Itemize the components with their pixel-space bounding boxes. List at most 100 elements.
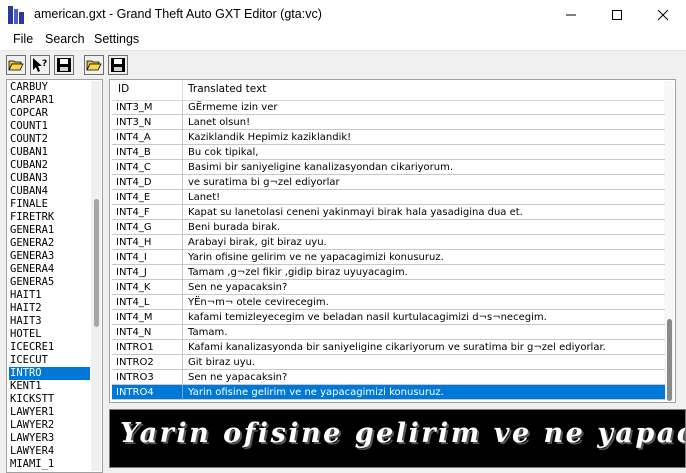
list-item[interactable]: FIRETRK	[9, 211, 90, 224]
table-list[interactable]: CARBUY CARPAR1 COPCAR COUNT1 COUNT2 CUBAN1 CUB…	[6, 79, 103, 473]
table-row[interactable]: INT4_I Yarin ofisine gelirim ve ne yapaca…	[112, 250, 665, 265]
row-text-cell: kafami temizleyecegim ve beladan nasil k…	[188, 312, 547, 323]
row-id-cell: INT4_C	[116, 162, 151, 173]
list-item[interactable]: CUBAN2	[9, 159, 90, 172]
help-pointer-icon: ?	[33, 58, 47, 72]
grid-scrollbar-thumb[interactable]	[667, 319, 672, 401]
list-item[interactable]: INTRO	[9, 367, 90, 380]
row-text-cell: Tamam ,g¬zel fikir ,gidip biraz uyuyacag…	[188, 267, 408, 278]
list-item[interactable]: CARBUY	[9, 81, 90, 94]
row-id-cell: INT4_I	[116, 252, 147, 263]
row-id-cell: INT4_L	[116, 297, 150, 308]
list-item[interactable]: GENERA5	[9, 276, 90, 289]
table-row[interactable]: INT4_H Arabayi birak, git biraz uyu.	[112, 235, 665, 250]
table-row[interactable]: INT3_N Lanet olsun!	[112, 115, 665, 130]
list-item[interactable]: ICECUT	[9, 354, 90, 367]
menu-search[interactable]: Search	[45, 32, 85, 46]
list-item[interactable]: GENERA4	[9, 263, 90, 276]
save-button-2[interactable]	[108, 55, 128, 75]
table-row[interactable]: INT3_M GËrmeme izin ver	[112, 100, 665, 115]
row-id-cell: INT4_H	[116, 237, 152, 248]
list-scrollbar[interactable]	[91, 81, 101, 471]
list-item[interactable]: KENT1	[9, 380, 90, 393]
help-button[interactable]: ?	[30, 55, 50, 75]
table-row[interactable]: INT4_N Tamam.	[112, 325, 665, 340]
row-text-cell: Lanet olsun!	[188, 117, 251, 128]
title-bar: american.gxt - Grand Theft Auto GXT Edit…	[0, 0, 686, 30]
table-row[interactable]: INT4_E Lanet!	[112, 190, 665, 205]
list-item[interactable]: LAWYER4	[9, 445, 90, 458]
menu-file[interactable]: File	[13, 32, 33, 46]
list-item[interactable]: FINALE	[9, 198, 90, 211]
minimize-icon	[566, 14, 576, 16]
table-row[interactable]: INT4_A Kaziklandik Hepimiz kaziklandik!	[112, 130, 665, 145]
app-icon	[8, 6, 24, 24]
table-row[interactable]: INT4_L YËn¬m¬ otele cevirecegim.	[112, 295, 665, 310]
table-row[interactable]: INTRO4 Yarin ofisine gelirim ve ne yapaca…	[112, 385, 665, 400]
close-button[interactable]	[640, 0, 686, 30]
list-item[interactable]: COUNT2	[9, 133, 90, 146]
table-row[interactable]: INT4_D ve suratima bi g¬zel ediyorlar	[112, 175, 665, 190]
save-icon	[57, 58, 71, 72]
entries-grid[interactable]: ID Translated text INT3_M GËrmeme izin ve…	[109, 79, 676, 403]
list-item[interactable]: MIAMI_1	[9, 458, 90, 471]
list-item[interactable]: CUBAN4	[9, 185, 90, 198]
list-item[interactable]: CUBAN3	[9, 172, 90, 185]
table-row[interactable]: INT4_F Kapat su lanetolasi ceneni yakinma…	[112, 205, 665, 220]
row-text-cell: Kafami kanalizasyonda bir saniyeligine c…	[188, 342, 606, 353]
table-row[interactable]: INT4_K Sen ne yapacaksin?	[112, 280, 665, 295]
row-text-cell: Sen ne yapacaksin?	[188, 282, 288, 293]
list-item[interactable]: COUNT1	[9, 120, 90, 133]
row-id-cell: INT4_E	[116, 192, 151, 203]
open-button[interactable]	[6, 55, 26, 75]
table-row[interactable]: INT4_J Tamam ,g¬zel fikir ,gidip biraz uy…	[112, 265, 665, 280]
column-header-text[interactable]: Translated text	[188, 83, 266, 95]
row-text-cell: Arabayi birak, git biraz uyu.	[188, 237, 327, 248]
list-item[interactable]: HOTEL	[9, 328, 90, 341]
svg-text:?: ?	[42, 59, 47, 69]
list-item[interactable]: GENERA1	[9, 224, 90, 237]
close-icon	[657, 9, 669, 21]
list-scrollbar-thumb[interactable]	[94, 199, 99, 327]
table-row[interactable]: INT4_G Beni burada birak.	[112, 220, 665, 235]
list-item[interactable]: HAIT2	[9, 302, 90, 315]
row-id-cell: INT3_M	[116, 102, 153, 113]
table-row[interactable]: INT4_M kafami temizleyecegim ve beladan n…	[112, 310, 665, 325]
table-row[interactable]: INTRO3 Sen ne yapacaksin?	[112, 370, 665, 385]
save-button[interactable]	[54, 55, 74, 75]
table-row[interactable]: INTRO2 Git biraz uyu.	[112, 355, 665, 370]
maximize-button[interactable]	[594, 0, 640, 30]
row-id-cell: INT4_F	[116, 207, 150, 218]
table-row[interactable]: INT4_C Basimi bir saniyeligine kanalizasy…	[112, 160, 665, 175]
row-text-cell: Yarin ofisine gelirim ve ne yapacagimizi…	[188, 387, 444, 398]
row-id-cell: INT4_G	[116, 222, 152, 233]
list-item[interactable]: KICKSTT	[9, 393, 90, 406]
open-folder-icon	[8, 60, 24, 71]
column-header-id[interactable]: ID	[118, 83, 129, 95]
menu-settings[interactable]: Settings	[94, 32, 139, 46]
list-item[interactable]: GENERA2	[9, 237, 90, 250]
list-item[interactable]: HAIT1	[9, 289, 90, 302]
row-text-cell: ve suratima bi g¬zel ediyorlar	[188, 177, 340, 188]
row-id-cell: INT3_N	[116, 117, 152, 128]
list-item[interactable]: LAWYER1	[9, 406, 90, 419]
list-item[interactable]: ICECRE1	[9, 341, 90, 354]
menu-bar: File Search Settings	[0, 30, 686, 51]
table-row[interactable]: INTRO1 Kafami kanalizasyonda bir saniyeli…	[112, 340, 665, 355]
table-row[interactable]: INT4_B Bu cok tipikal,	[112, 145, 665, 160]
list-item[interactable]: HAIT3	[9, 315, 90, 328]
list-item[interactable]: COPCAR	[9, 107, 90, 120]
list-item[interactable]: CUBAN1	[9, 146, 90, 159]
row-text-cell: Beni burada birak.	[188, 222, 281, 233]
minimize-button[interactable]	[548, 0, 594, 30]
row-text-cell: Kapat su lanetolasi ceneni yakinmayi bir…	[188, 207, 523, 218]
row-id-cell: INTRO3	[116, 372, 154, 383]
open-folder-icon	[86, 60, 102, 71]
list-item[interactable]: GENERA3	[9, 250, 90, 263]
open-button-2[interactable]	[84, 55, 104, 75]
list-item[interactable]: CARPAR1	[9, 94, 90, 107]
row-text-cell: YËn¬m¬ otele cevirecegim.	[188, 297, 329, 308]
list-item[interactable]: LAWYER3	[9, 432, 90, 445]
grid-scrollbar[interactable]	[664, 81, 674, 401]
list-item[interactable]: LAWYER2	[9, 419, 90, 432]
